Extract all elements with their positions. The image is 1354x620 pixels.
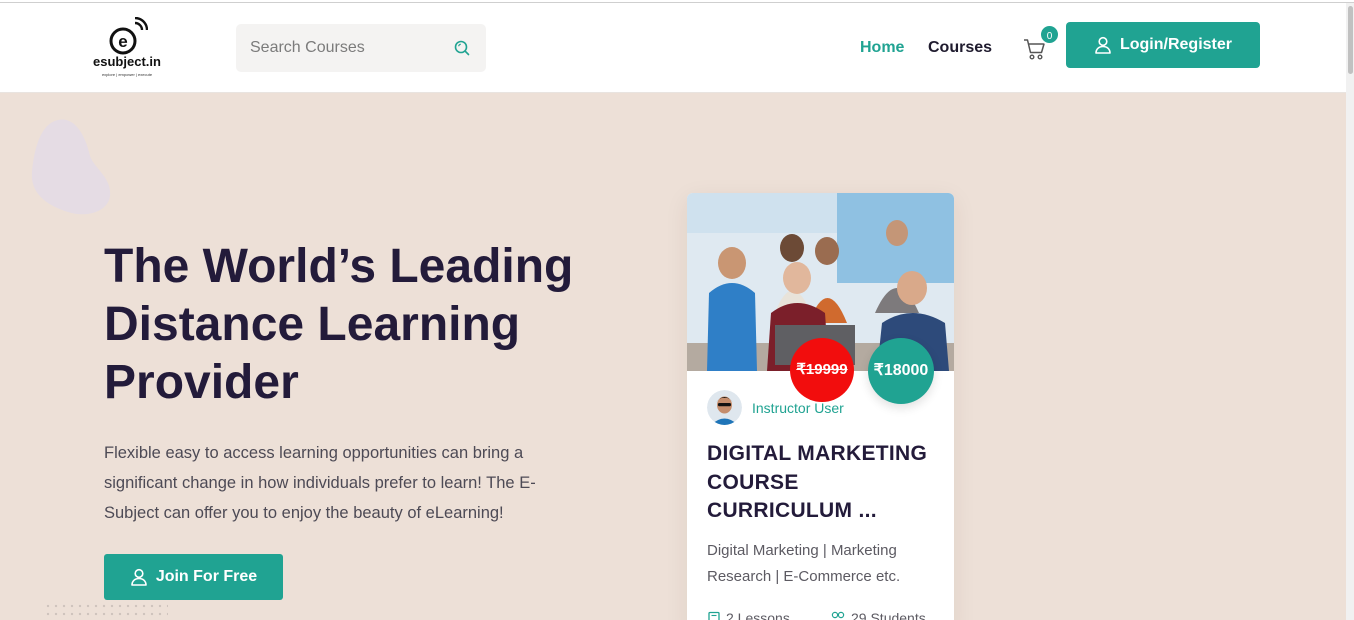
lessons-count: 2 Lessons — [726, 610, 790, 620]
search-icon[interactable] — [453, 39, 471, 57]
sale-price-badge: ₹18000 — [868, 338, 934, 404]
instructor-avatar[interactable] — [707, 390, 742, 425]
logo-tagline: explore | empower | execute — [101, 72, 153, 77]
students-meta: 29 Students — [830, 610, 926, 620]
login-register-label: Login/Register — [1119, 36, 1232, 53]
scrollbar-track[interactable] — [1346, 3, 1354, 620]
hero-description: Flexible easy to access learning opportu… — [104, 444, 536, 522]
search-input[interactable] — [236, 24, 446, 72]
decorative-dots — [44, 602, 168, 620]
course-description: Digital Marketing | Marketing Research |… — [707, 542, 901, 585]
instructor-name-link[interactable]: Instructor User — [752, 400, 844, 416]
lessons-meta: 2 Lessons — [707, 610, 790, 620]
user-icon — [131, 568, 147, 586]
logo-text: esubject.in — [93, 54, 161, 69]
site-header: e esubject.in explore | empower | execut… — [0, 3, 1354, 93]
students-icon — [831, 611, 845, 619]
decorative-blob — [31, 119, 111, 215]
book-icon — [708, 611, 720, 620]
login-register-button[interactable]: Login/Register — [1066, 22, 1260, 68]
site-logo[interactable]: e esubject.in explore | empower | execut… — [82, 17, 172, 83]
join-for-free-button[interactable]: Join For Free — [104, 554, 283, 600]
join-for-free-label: Join For Free — [155, 568, 258, 585]
course-title-link[interactable]: DIGITAL MARKETING COURSE CURRICULUM ... — [707, 440, 942, 526]
user-icon — [1095, 36, 1111, 54]
students-count: 29 Students — [851, 610, 926, 620]
nav-courses-link[interactable]: Courses — [928, 39, 992, 57]
logo-mark-icon: e — [109, 17, 148, 55]
scrollbar-thumb[interactable] — [1348, 6, 1353, 74]
cart-count-badge: 0 — [1039, 24, 1060, 45]
nav-home-link[interactable]: Home — [860, 39, 904, 57]
search-box — [236, 24, 486, 72]
original-price-badge: ₹19999 — [790, 338, 854, 402]
hero-title: The World’s Leading Distance Learning Pr… — [104, 240, 574, 409]
svg-text:e: e — [118, 32, 127, 51]
